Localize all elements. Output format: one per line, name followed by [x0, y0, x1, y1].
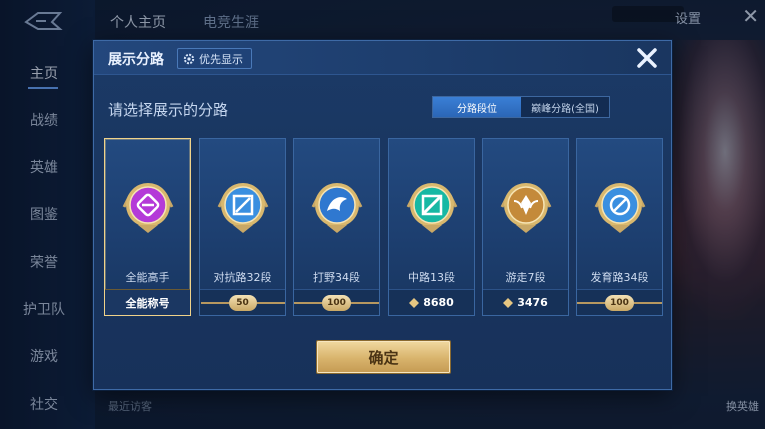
lane-card-footer: 8680: [389, 289, 474, 315]
lane-card-footer: 全能称号: [105, 289, 190, 315]
lane-card-allround[interactable]: 全能高手 全能称号: [104, 138, 191, 316]
lane-card-list: 全能高手 全能称号 对抗路32段 50 打野34段 100 中路13段 8680 游走7段 347…: [104, 138, 664, 318]
title-text: 全能称号: [125, 296, 170, 310]
jungle-icon: [311, 183, 363, 233]
close-button[interactable]: [633, 44, 661, 72]
lane-card-roam[interactable]: 游走7段 3476: [482, 138, 569, 316]
lane-card-footer: 100: [294, 289, 379, 315]
farm-lane-icon: [594, 183, 646, 233]
rank-points-value: 3476: [517, 296, 548, 309]
close-icon: [637, 48, 657, 68]
lane-card-farm-lane[interactable]: 发育路34段 100: [576, 138, 663, 316]
display-lane-dialog: 展示分路 优先显示 请选择展示的分路 分路段位 巅峰分路(全国) 全能高手全能称…: [93, 40, 672, 390]
lane-card-label: 中路13段: [408, 271, 455, 284]
gear-icon: [183, 53, 195, 64]
priority-display-button[interactable]: 优先显示: [177, 48, 252, 69]
lane-card-footer: 3476: [483, 289, 568, 315]
rank-star-badge: 100: [577, 294, 662, 311]
confirm-button[interactable]: 确定: [316, 340, 451, 374]
allround-icon: [122, 183, 174, 233]
lane-card-label: 发育路34段: [590, 271, 649, 284]
clash-lane-icon: [217, 183, 269, 233]
rank-star-badge: 100: [294, 294, 379, 311]
rank-points-icon: [409, 297, 420, 308]
rank-star-badge: 50: [200, 294, 285, 311]
mid-lane-icon: [406, 183, 458, 233]
tab-peak-lane-national[interactable]: 巅峰分路(全国): [521, 97, 609, 117]
tab-lane-rank[interactable]: 分路段位: [433, 97, 521, 117]
lane-card-label: 对抗路32段: [213, 271, 272, 284]
lane-card-label: 游走7段: [505, 271, 546, 284]
lane-card-footer: 50: [200, 289, 285, 315]
select-lane-prompt: 请选择展示的分路: [108, 101, 229, 119]
dialog-header: 展示分路 优先显示: [94, 41, 671, 75]
lane-mode-toggle: 分路段位 巅峰分路(全国): [432, 96, 610, 118]
lane-card-mid-lane[interactable]: 中路13段 8680: [388, 138, 475, 316]
lane-card-footer: 100: [577, 289, 662, 315]
lane-card-label: 打野34段: [313, 271, 360, 284]
lane-card-clash-lane[interactable]: 对抗路32段 50: [199, 138, 286, 316]
rank-points-value: 8680: [423, 296, 454, 309]
rank-points-icon: [503, 297, 514, 308]
roam-icon: [500, 183, 552, 233]
dialog-title: 展示分路: [108, 52, 164, 68]
lane-card-label: 全能高手: [125, 271, 170, 284]
lane-card-jungle[interactable]: 打野34段 100: [293, 138, 380, 316]
priority-display-label: 优先显示: [199, 52, 243, 66]
